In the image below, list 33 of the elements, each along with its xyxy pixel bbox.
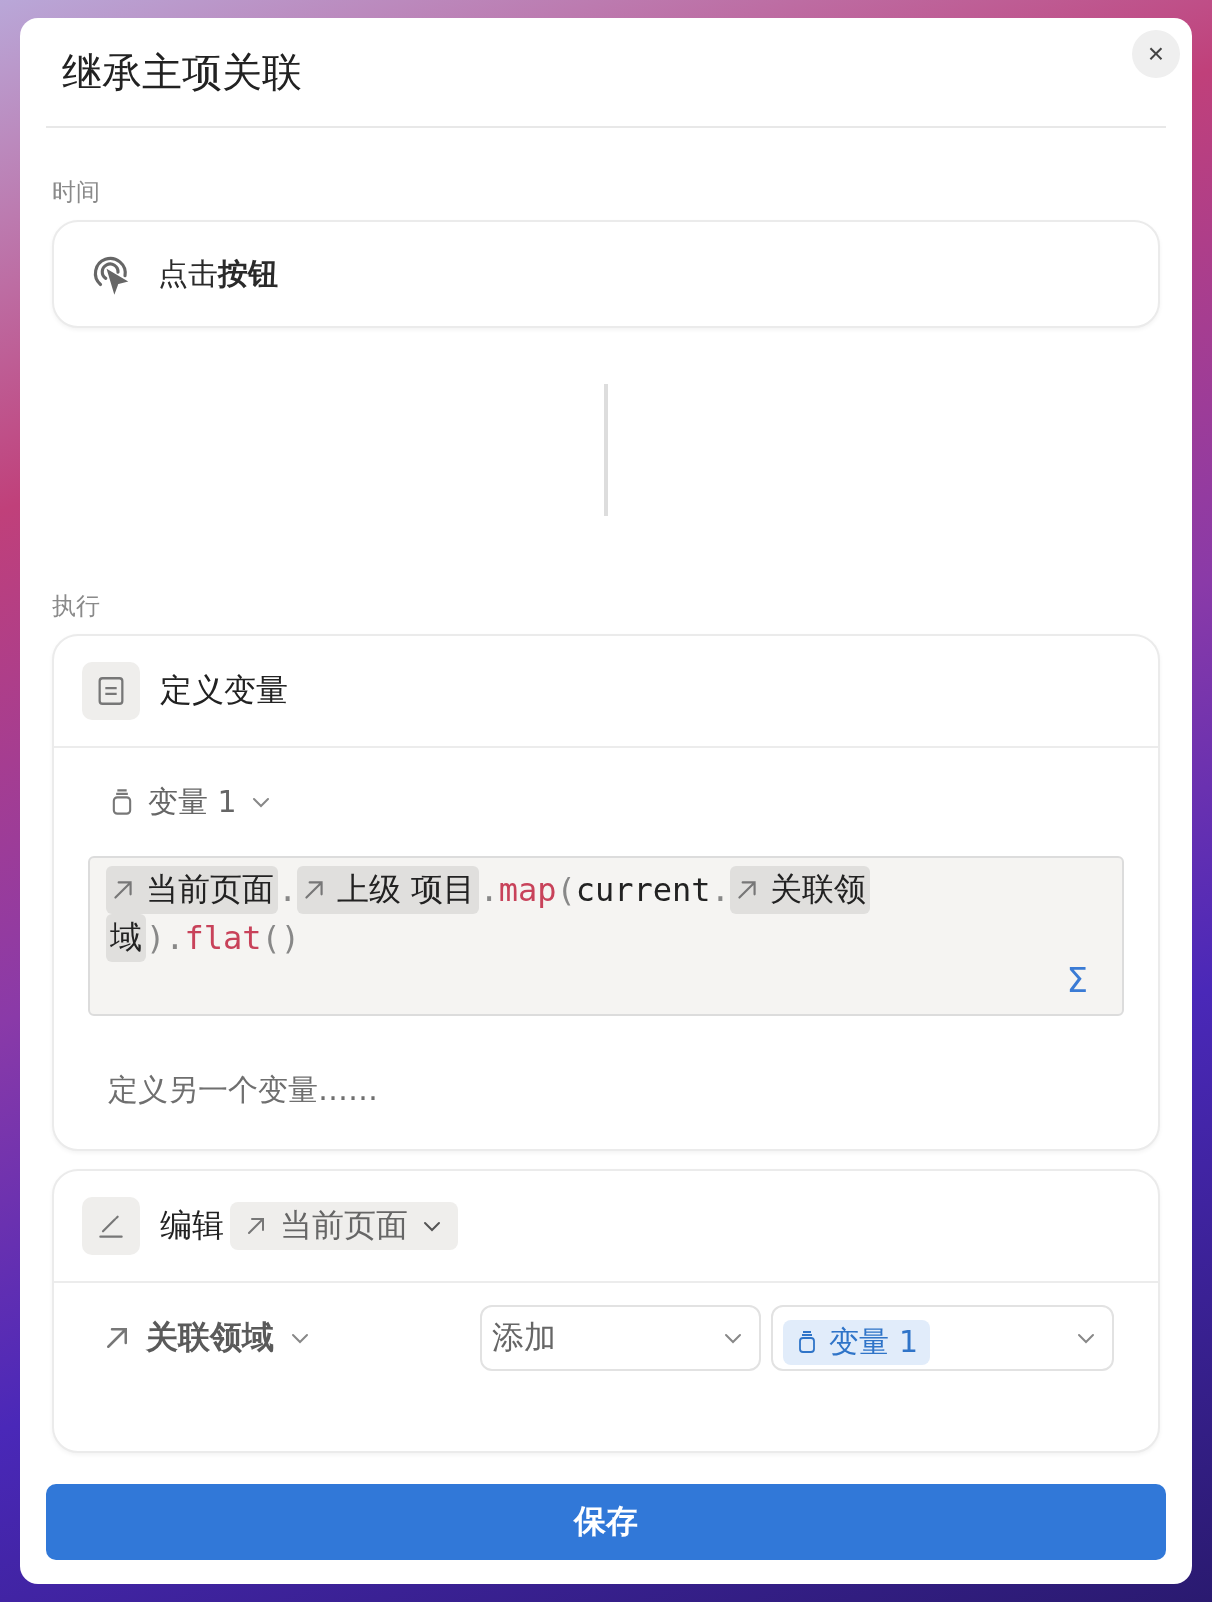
variable-tag: 变量 1 (783, 1319, 930, 1365)
code-text: () (261, 919, 301, 957)
code-text: current (575, 871, 711, 909)
function-name: flat (184, 919, 262, 957)
function-name: map (498, 871, 557, 909)
save-button[interactable]: 保存 (46, 1484, 1166, 1560)
dialog-title: 继承主项关联 (62, 47, 302, 97)
section-label: 时间 (52, 177, 101, 208)
add-variable-link[interactable]: 定义另一个变量…… (108, 1070, 1124, 1111)
operation-select[interactable]: 添加 (480, 1305, 762, 1371)
formula-field[interactable]: 当前页面. 上级 项目.map(current. 关联领 域).flat() Σ (88, 856, 1124, 1016)
trigger-text: 点击按钮 (158, 254, 278, 293)
property-chip: 上级 项目 (297, 866, 480, 914)
code-text: ( (556, 871, 576, 909)
code-text: . (479, 871, 499, 909)
property-chip: 当前页面 (106, 866, 278, 914)
action-title: 定义变量 (160, 670, 288, 711)
list-icon (82, 662, 140, 720)
code-text: . (710, 871, 730, 909)
property-dropdown[interactable]: 关联领域 (102, 1316, 481, 1360)
property-chip: 关联领 (729, 866, 870, 914)
trigger-card[interactable]: 点击按钮 (52, 220, 1160, 328)
variable-name[interactable]: 变量 1 (148, 781, 237, 823)
property-chip: 域 (106, 914, 146, 962)
pencil-icon (82, 1197, 140, 1255)
action-title: 编辑 (160, 1205, 224, 1246)
close-button[interactable]: × (1132, 30, 1180, 78)
code-text: . (278, 871, 298, 909)
target-dropdown[interactable]: 当前页面 (230, 1202, 458, 1250)
section-label: 执行 (52, 591, 101, 622)
value-select[interactable]: 变量 1 (771, 1305, 1114, 1371)
code-text: ). (146, 919, 185, 957)
sigma-button[interactable]: Σ (1066, 960, 1088, 1000)
